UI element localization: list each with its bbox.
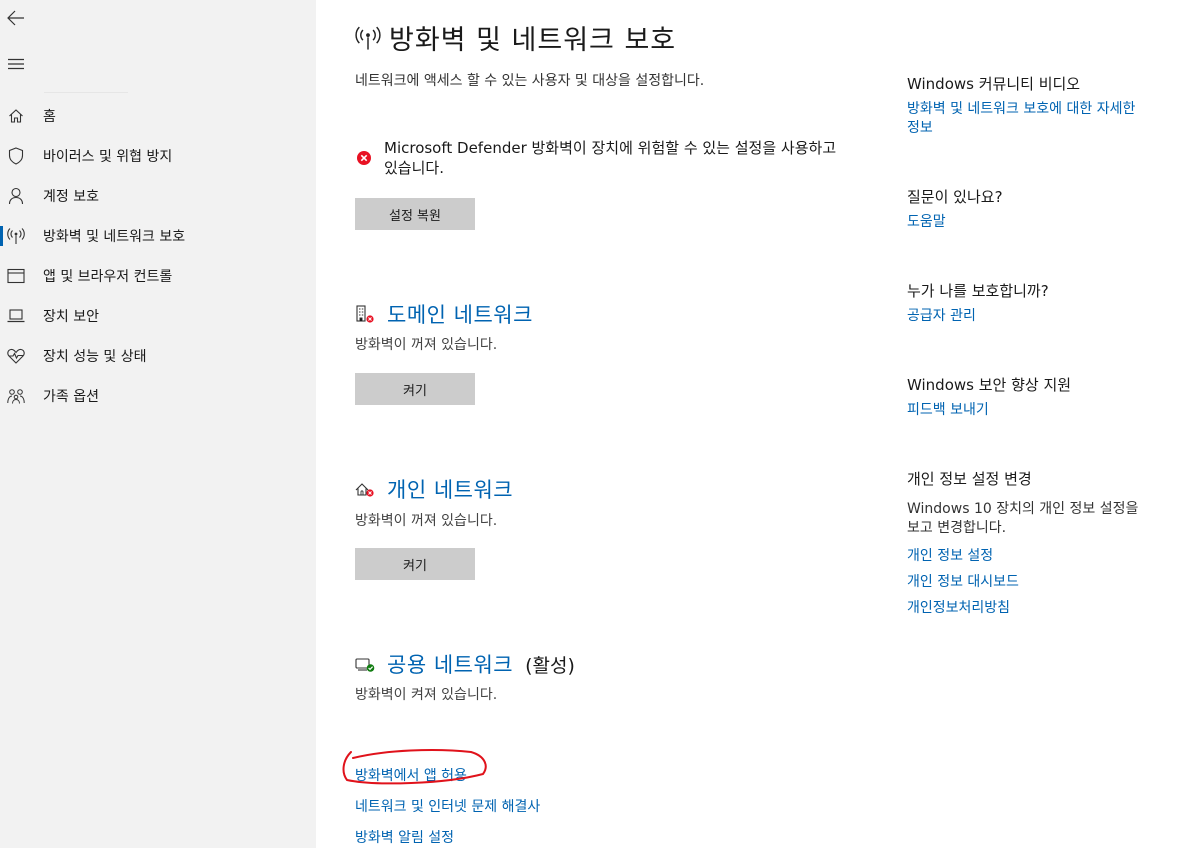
domain-network-turn-on-button[interactable]: 켜기 [355,373,475,405]
sidebar-item-label: 앱 및 브라우저 컨트롤 [43,269,173,285]
sidebar-item-firewall[interactable]: 방화벽 및 네트워크 보호 [0,216,316,256]
sidebar-item-label: 계정 보호 [43,189,99,205]
privacy-statement-link[interactable]: 개인정보처리방침 [907,599,1010,618]
sidebar-item-label: 방화벽 및 네트워크 보호 [43,229,186,245]
privacy-dashboard-link[interactable]: 개인 정보 대시보드 [907,573,1019,592]
page-title: 방화벽 및 네트워크 보호 [389,25,677,56]
who-protects-heading: 누가 나를 보호합니까? [907,282,1049,300]
back-button[interactable] [6,6,26,30]
sidebar-item-label: 장치 성능 및 상태 [43,349,147,365]
shield-icon [6,146,26,166]
sidebar-nav: 홈 바이러스 및 위협 방지 계정 보호 방화벽 및 네트워크 보호 앱 및 브… [0,96,316,416]
privacy-heading: 개인 정보 설정 변경 [907,470,1032,488]
private-network-link[interactable]: 개인 네트워크 [387,474,513,504]
help-link[interactable]: 도움말 [907,213,946,232]
sidebar-item-app-browser-control[interactable]: 앱 및 브라우저 컨트롤 [0,256,316,296]
community-videos-heading: Windows 커뮤니티 비디오 [907,75,1081,93]
private-network-turn-on-button[interactable]: 켜기 [355,548,475,580]
network-troubleshooter-link[interactable]: 네트워크 및 인터넷 문제 해결사 [355,796,540,816]
family-icon [6,386,26,406]
privacy-description: Windows 10 장치의 개인 정보 설정을 보고 변경합니다. [907,501,1139,536]
question-heading: 질문이 있나요? [907,188,1003,206]
private-network-icon [355,478,379,500]
public-network-header: 공용 네트워크 (활성) [355,649,575,679]
laptop-icon [6,306,26,326]
error-icon [357,150,371,165]
private-network-header: 개인 네트워크 [355,474,513,504]
sidebar-item-family-options[interactable]: 가족 옵션 [0,376,316,416]
firewall-info-link[interactable]: 방화벽 및 네트워크 보호에 대한 자세한 정보 [907,100,1147,138]
person-icon [6,186,26,206]
sidebar: 홈 바이러스 및 위협 방지 계정 보호 방화벽 및 네트워크 보호 앱 및 브… [0,0,316,848]
public-network-status: 방화벽이 켜져 있습니다. [355,687,498,703]
back-arrow-icon [7,10,24,26]
sidebar-item-home[interactable]: 홈 [0,96,316,136]
domain-network-icon [355,303,379,325]
page-header: 방화벽 및 네트워크 보호 [355,18,676,57]
sidebar-divider [44,92,128,93]
page-subtitle: 네트워크에 액세스 할 수 있는 사용자 및 대상을 설정합니다. [355,73,705,89]
sidebar-item-label: 장치 보안 [43,309,99,325]
sidebar-item-label: 가족 옵션 [43,389,99,405]
public-network-icon [355,653,379,675]
manage-providers-link[interactable]: 공급자 관리 [907,307,976,326]
hamburger-icon [8,58,24,70]
sidebar-item-device-health[interactable]: 장치 성능 및 상태 [0,336,316,376]
app-window-icon [6,266,26,286]
menu-button[interactable] [6,52,26,76]
sidebar-item-account-protection[interactable]: 계정 보호 [0,176,316,216]
antenna-icon [355,24,381,52]
privacy-settings-link[interactable]: 개인 정보 설정 [907,547,993,566]
sidebar-item-label: 바이러스 및 위협 방지 [43,149,173,165]
domain-network-link[interactable]: 도메인 네트워크 [387,299,533,329]
domain-network-status: 방화벽이 꺼져 있습니다. [355,337,498,353]
sidebar-item-label: 홈 [43,109,56,125]
active-label: (활성) [525,654,575,677]
home-icon [6,106,26,126]
alert-message: Microsoft Defender 방화벽이 장치에 위험할 수 있는 설정을… [384,139,837,177]
improve-security-heading: Windows 보안 향상 지원 [907,376,1072,394]
sidebar-item-virus-protection[interactable]: 바이러스 및 위협 방지 [0,136,316,176]
send-feedback-link[interactable]: 피드백 보내기 [907,401,989,420]
sidebar-item-device-security[interactable]: 장치 보안 [0,296,316,336]
private-network-status: 방화벽이 꺼져 있습니다. [355,513,498,529]
domain-network-header: 도메인 네트워크 [355,299,533,329]
public-network-link[interactable]: 공용 네트워크 [387,649,513,679]
restore-settings-button[interactable]: 설정 복원 [355,198,475,230]
antenna-icon [6,226,26,246]
allow-app-through-firewall-link[interactable]: 방화벽에서 앱 허용 [355,765,467,785]
heart-pulse-icon [6,346,26,366]
firewall-notification-settings-link[interactable]: 방화벽 알림 설정 [355,827,454,847]
